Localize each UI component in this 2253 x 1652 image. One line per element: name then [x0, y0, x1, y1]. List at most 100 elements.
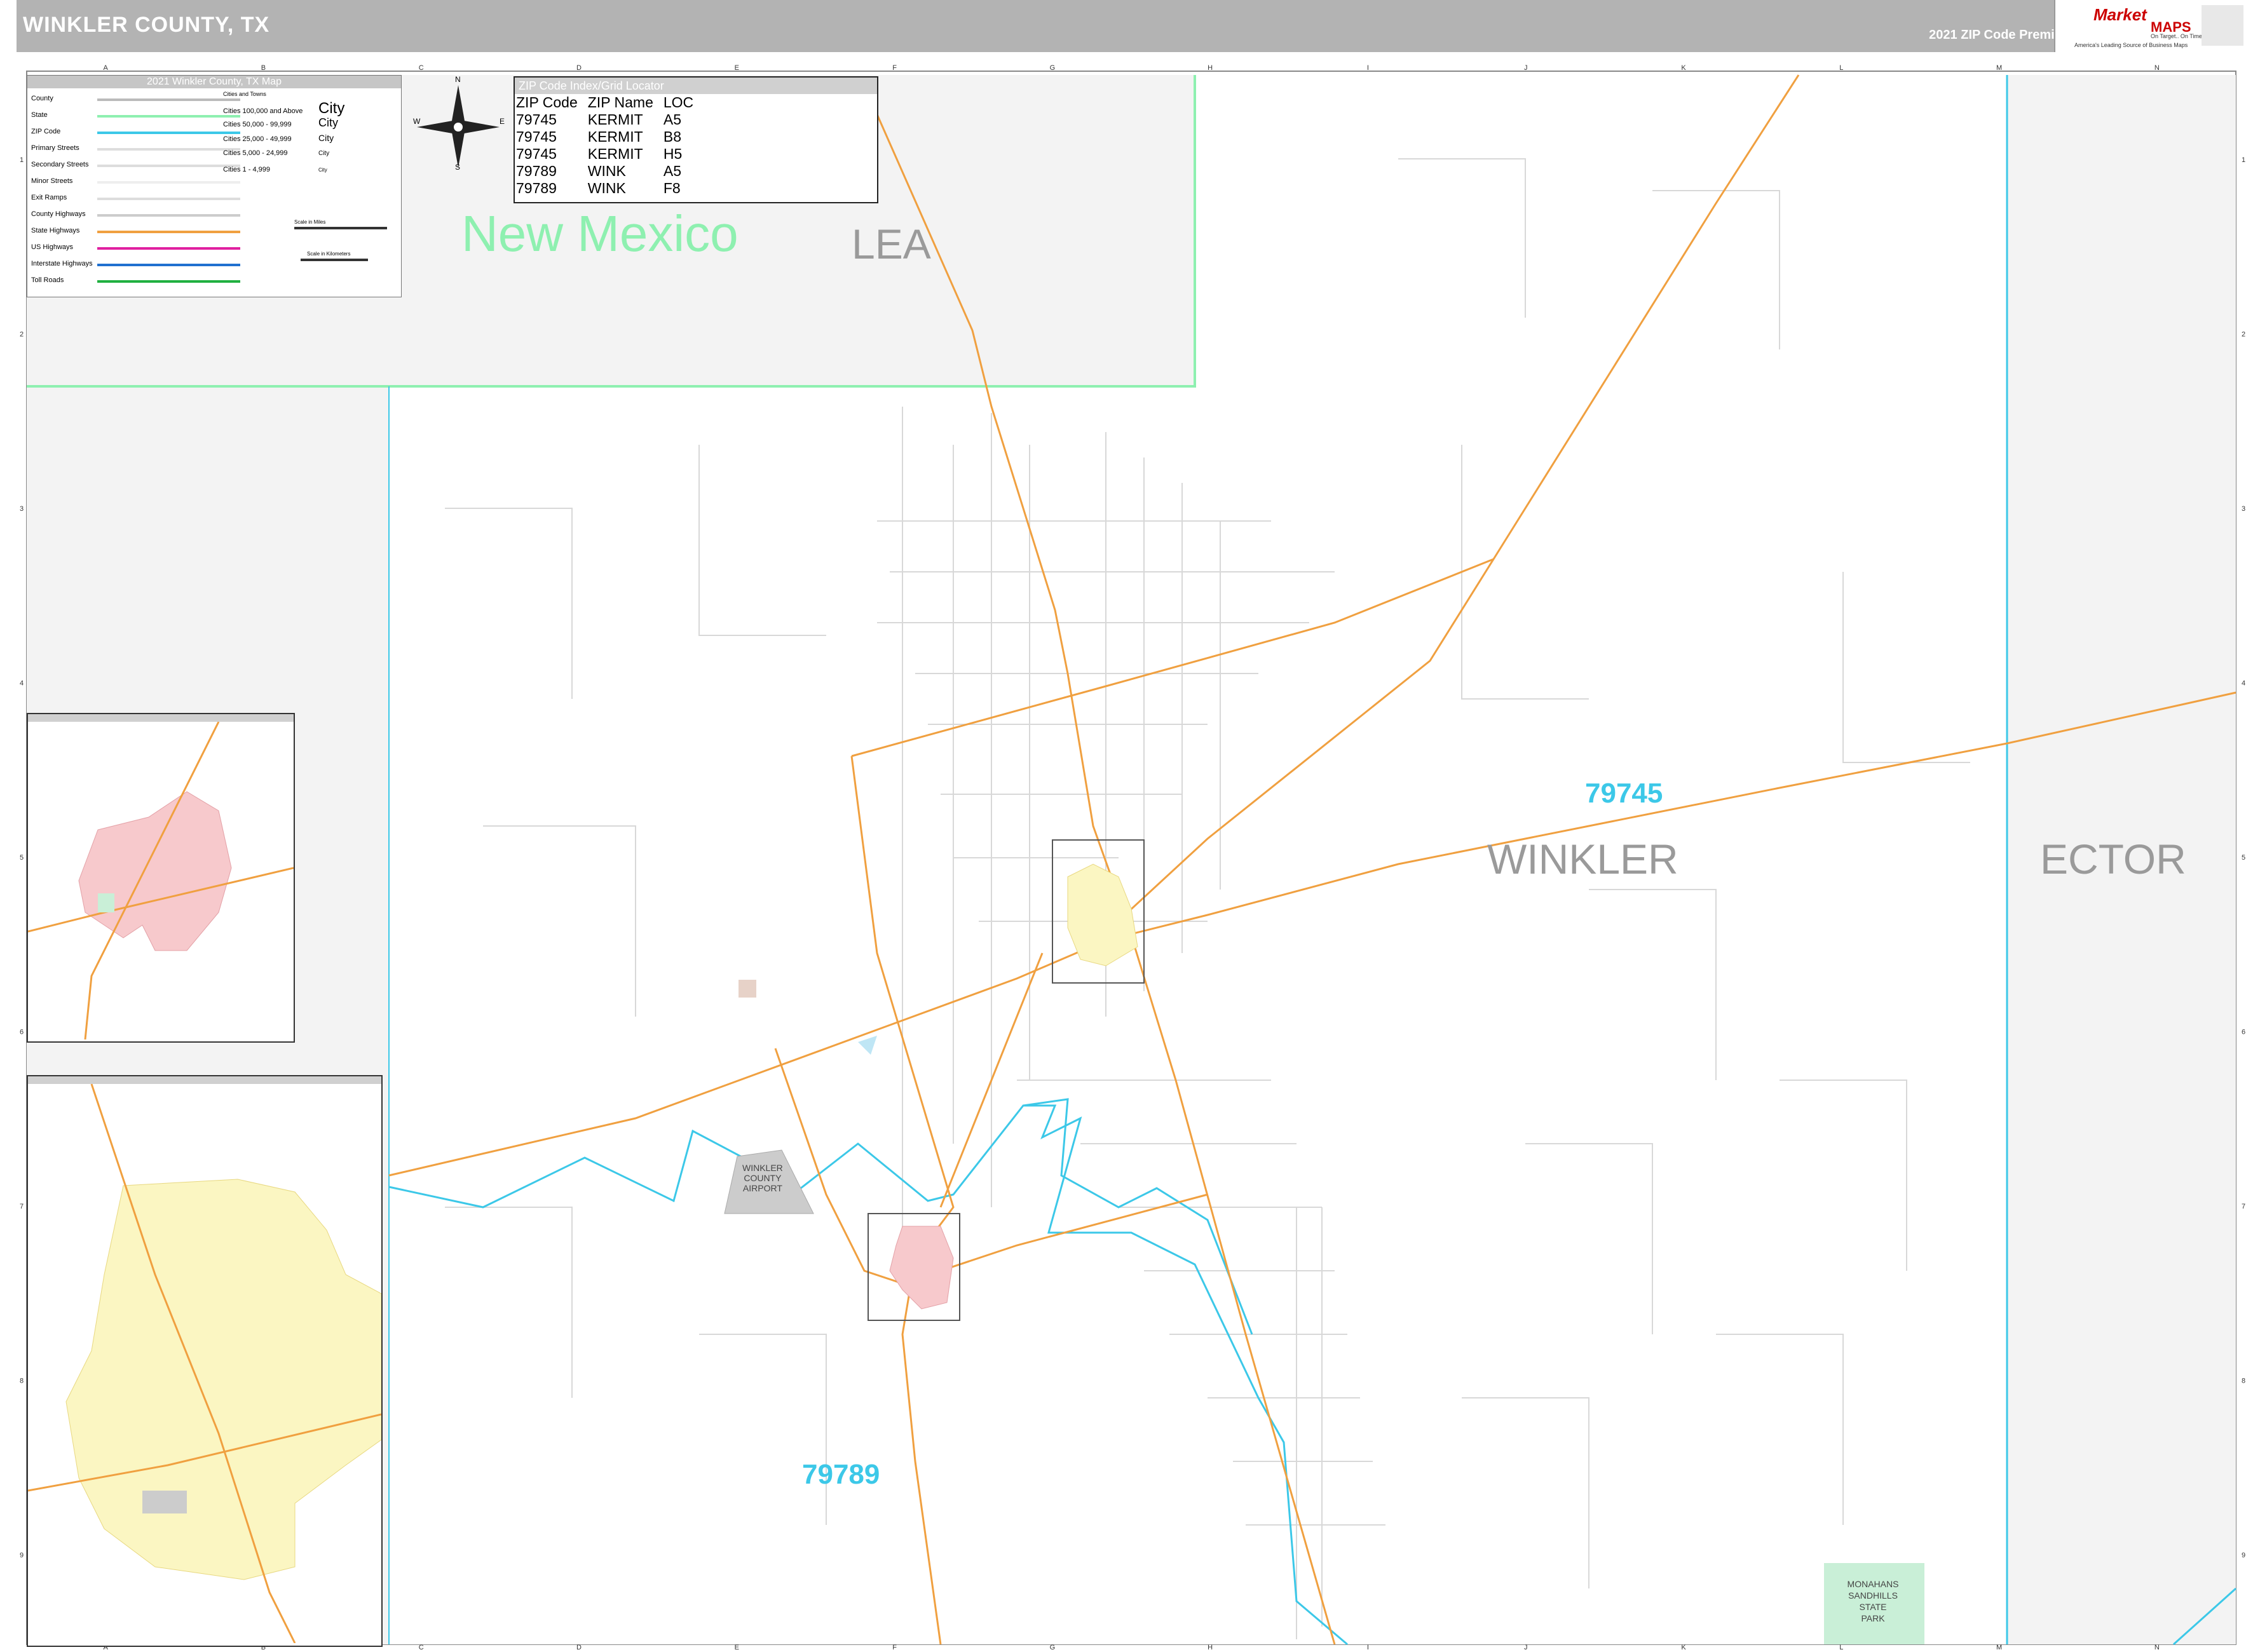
wink-inset-header [28, 714, 294, 722]
legend-line-sample [97, 231, 240, 233]
grid-col-label: N [2154, 1644, 2160, 1651]
zip-index-cell: 79745 [516, 146, 557, 162]
kermit-inset-landmark [142, 1491, 187, 1513]
legend-line-sample [97, 247, 240, 250]
compass-s: S [455, 163, 461, 172]
grid-row-label: 7 [20, 1203, 24, 1210]
grid-col-label: D [576, 1644, 582, 1651]
zip-index-row: 79745 KERMIT B8 [516, 128, 704, 146]
zip-index-cell: WINK [587, 180, 626, 196]
park-label-line-3: STATE [1859, 1602, 1887, 1612]
zip-index-cell: WINK [587, 163, 626, 179]
grid-col-label: H [1208, 64, 1213, 72]
legend-row-label: County [31, 95, 53, 102]
zip-index-cell: B8 [663, 128, 681, 145]
grid-col-label: L [1839, 1644, 1843, 1651]
compass-e: E [500, 117, 505, 126]
legend-line-sample [97, 181, 240, 184]
legend-city-range: Cities 100,000 and Above [223, 107, 303, 115]
legend-city-range: Cities 1 - 4,999 [223, 166, 270, 173]
legend-line-sample [97, 115, 240, 118]
park-label-line-4: PARK [1861, 1613, 1885, 1623]
grid-col-label: A [103, 64, 108, 72]
grid-row-label: 7 [2242, 1203, 2245, 1210]
zip-index-cell: KERMIT [587, 111, 643, 128]
zip-index-title: ZIP Code Index/Grid Locator [515, 78, 877, 94]
legend-row-label: Exit Ramps [31, 194, 67, 201]
airport-label-line-2: COUNTY [744, 1173, 782, 1183]
legend-row-label: Interstate Highways [31, 260, 93, 267]
county-label-lea: LEA [852, 220, 931, 267]
wink-inset-park [98, 893, 114, 912]
legend-row-label: Minor Streets [31, 177, 73, 185]
legend-cities-title: Cities and Towns [223, 91, 266, 97]
legend-row-label: Toll Roads [31, 276, 64, 284]
legend-city-range: Cities 25,000 - 49,999 [223, 135, 292, 143]
legend-line-sample [97, 148, 240, 151]
grid-row-label: 6 [20, 1028, 24, 1036]
grid-row-label: 9 [20, 1552, 24, 1559]
zip-index-row: 79745 KERMIT A5 [516, 111, 704, 128]
grid-col-label: K [1681, 64, 1686, 72]
zip-index-rows: 79745 KERMIT A5 79745 KERMIT B8 79745 KERMIT H5 7… [516, 111, 704, 197]
zip-label-79745: 79745 [1585, 778, 1663, 809]
grid-row-label: 1 [20, 156, 24, 164]
county-label-winkler: WINKLER [1487, 836, 1678, 883]
map-legend: 2021 Winkler County, TX Map County State Z… [27, 75, 402, 297]
legend-line-sample [97, 165, 240, 167]
legend-city-sample: City [318, 100, 345, 117]
legend-city-row: Cities 25,000 - 49,999 City [223, 133, 334, 143]
zip-index-cell: KERMIT [587, 146, 643, 162]
airport-label-line-3: AIRPORT [742, 1183, 782, 1193]
legend-row-label: US Highways [31, 243, 74, 251]
zip-index-cell: 79789 [516, 180, 557, 196]
kermit-inset [27, 1075, 383, 1647]
legend-city-row: Cities 50,000 - 99,999 City [223, 116, 338, 130]
grid-row-label: 5 [2242, 854, 2245, 862]
grid-col-label: F [892, 1644, 897, 1651]
grid-col-label: K [1681, 1644, 1686, 1651]
park-label: MONAHANS SANDHILLS STATE PARK [1838, 1578, 1908, 1624]
grid-col-label: G [1050, 1644, 1056, 1651]
grid-col-label: E [735, 1644, 739, 1651]
legend-row-label: State [31, 111, 48, 119]
grid-col-label: F [892, 64, 897, 72]
legend-scale-miles-bar [294, 227, 387, 229]
zip-label-79789: 79789 [802, 1459, 880, 1490]
kermit-inset-city [65, 1179, 382, 1580]
legend-row-label: Primary Streets [31, 144, 79, 152]
state-label-new-mexico: New Mexico [461, 205, 739, 262]
legend-title: 2021 Winkler County, TX Map [27, 76, 401, 88]
kermit-inset-map [27, 1083, 382, 1644]
legend-city-sample: City [318, 116, 338, 129]
grid-col-label: G [1050, 64, 1056, 72]
zip-index-col-name: ZIP Name [587, 94, 653, 111]
grid-col-label: J [1524, 1644, 1528, 1651]
zip-index-row: 79789 WINK A5 [516, 163, 704, 180]
grid-row-label: 9 [2242, 1552, 2245, 1559]
small-landmark [739, 980, 756, 998]
grid-col-label: J [1524, 64, 1528, 72]
winkler-county-area [389, 386, 2007, 1644]
grid-col-label: M [1996, 64, 2002, 72]
zip-index-cell: 79789 [516, 163, 557, 179]
grid-col-label: I [1367, 64, 1369, 72]
legend-city-sample: City [318, 133, 334, 143]
grid-row-label: 2 [2242, 331, 2245, 339]
grid-col-label: M [1996, 1644, 2002, 1651]
grid-row-label: 4 [2242, 680, 2245, 687]
legend-line-sample [97, 132, 240, 134]
legend-city-row: Cities 1 - 4,999 City [223, 166, 327, 173]
legend-line-sample [97, 98, 240, 101]
legend-city-range: Cities 50,000 - 99,999 [223, 121, 292, 128]
legend-city-row: Cities 5,000 - 24,999 City [223, 149, 329, 157]
grid-col-label: I [1367, 1644, 1369, 1651]
legend-city-sample: City [318, 150, 330, 157]
zip-index-header-row: ZIP Code ZIP Name LOC [516, 94, 704, 111]
grid-row-label: 3 [2242, 505, 2245, 513]
legend-row-label: County Highways [31, 210, 86, 218]
grid-col-label: N [2154, 64, 2160, 72]
zip-index-row: 79745 KERMIT H5 [516, 146, 704, 163]
grid-row-label: 3 [20, 505, 24, 513]
legend-line-sample [97, 198, 240, 200]
